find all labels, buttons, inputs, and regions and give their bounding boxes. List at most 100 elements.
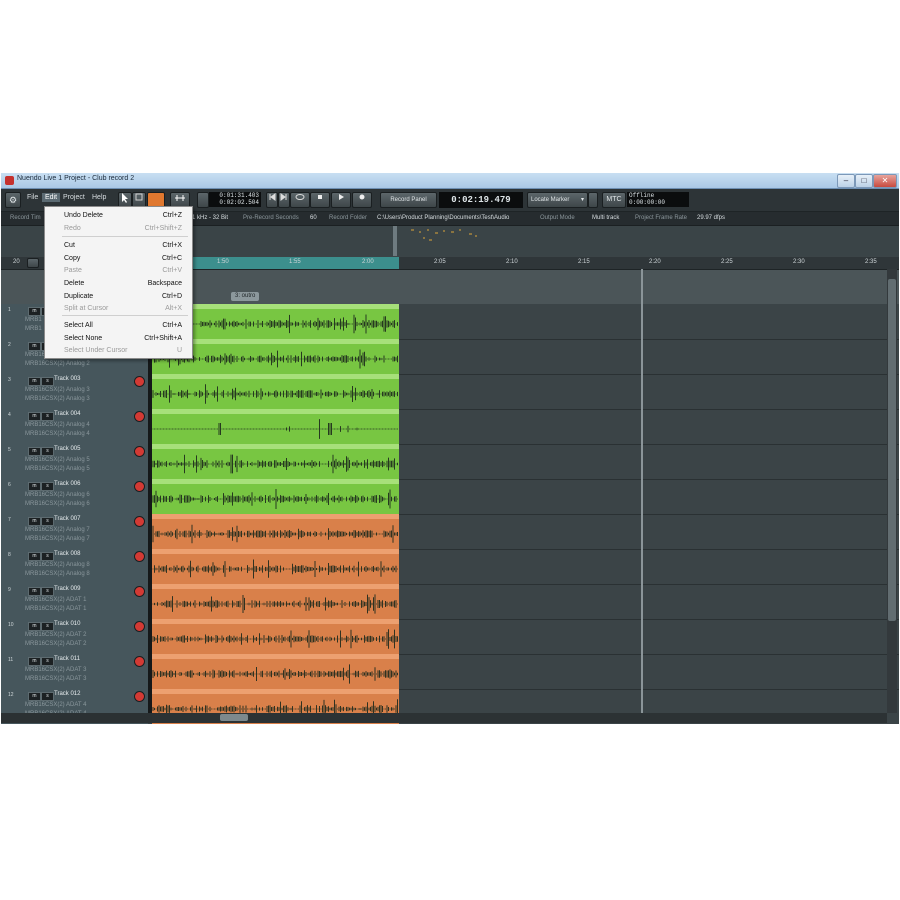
ruler-option-button[interactable]	[27, 258, 39, 268]
menu-project[interactable]: Project	[60, 193, 88, 202]
mute-button[interactable]: m	[28, 307, 41, 316]
marker-outro[interactable]: 3: outro	[231, 292, 260, 301]
track-row[interactable]: 4 m s Track 004 MRB16CSX(2) Analog 4 MRB16CSX…	[1, 409, 899, 445]
track-row[interactable]: 3 m s Track 003 MRB16CSX(2) Analog 3 MRB16CSX…	[1, 374, 899, 410]
track-header[interactable]: 11 m s Track 011 MRB16CSX(2) ADAT 3 MRB16CSX(…	[1, 654, 148, 689]
record-button[interactable]	[352, 192, 372, 208]
menu-item-cut[interactable]: Cut Ctrl+X	[45, 240, 192, 252]
menu-item-duplicate[interactable]: Duplicate Ctrl+D	[45, 291, 192, 303]
record-enable-button[interactable]	[134, 376, 145, 387]
vertical-scroll-thumb[interactable]	[888, 279, 896, 621]
audio-clip[interactable]	[152, 409, 399, 444]
mute-button[interactable]: m	[28, 447, 41, 456]
track-row[interactable]: 8 m s Track 008 MRB16CSX(2) Analog 8 MRB16CSX…	[1, 549, 899, 585]
settings-button[interactable]: ⚙	[5, 192, 21, 208]
solo-button[interactable]: s	[41, 657, 54, 666]
track-row[interactable]: 11 m s Track 011 MRB16CSX(2) ADAT 3 MRB16CSX(…	[1, 654, 899, 690]
horizontal-scrollbar[interactable]	[152, 713, 887, 723]
mute-button[interactable]: m	[28, 412, 41, 421]
record-enable-button[interactable]	[134, 516, 145, 527]
solo-button[interactable]: s	[41, 517, 54, 526]
maximize-button[interactable]: □	[855, 174, 873, 188]
audio-clip[interactable]	[152, 479, 399, 514]
track-name[interactable]: Track 009	[54, 586, 80, 592]
mute-button[interactable]: m	[28, 342, 41, 351]
fader-button[interactable]	[588, 192, 598, 208]
solo-button[interactable]: s	[41, 622, 54, 631]
menu-item-delete[interactable]: Delete Backspace	[45, 278, 192, 290]
track-row[interactable]: 7 m s Track 007 MRB16CSX(2) Analog 7 MRB16CSX…	[1, 514, 899, 550]
menu-item-select-all[interactable]: Select All Ctrl+A	[45, 320, 192, 332]
menu-edit[interactable]: Edit	[42, 193, 61, 202]
vertical-scrollbar[interactable]	[887, 269, 897, 713]
solo-button[interactable]: s	[41, 552, 54, 561]
cycle-button[interactable]	[290, 192, 310, 208]
play-button[interactable]	[331, 192, 351, 208]
track-header[interactable]: 4 m s Track 004 MRB16CSX(2) Analog 4 MRB16CSX…	[1, 409, 148, 444]
solo-button[interactable]: s	[41, 482, 54, 491]
horizontal-scroll-thumb[interactable]	[220, 714, 248, 721]
track-name[interactable]: Track 006	[54, 481, 80, 487]
menu-item-undo-delete[interactable]: Undo Delete Ctrl+Z	[45, 210, 192, 222]
audio-clip[interactable]	[152, 619, 399, 654]
track-header[interactable]: 7 m s Track 007 MRB16CSX(2) Analog 7 MRB16CSX…	[1, 514, 148, 549]
track-name[interactable]: Track 005	[54, 446, 80, 452]
track-name[interactable]: Track 004	[54, 411, 80, 417]
go-to-start-button[interactable]	[266, 192, 278, 208]
stop-button[interactable]	[310, 192, 330, 208]
frame-rate-value[interactable]: 29.97 dfps	[697, 215, 725, 221]
audio-clip[interactable]	[152, 374, 399, 409]
minimize-button[interactable]: –	[837, 174, 855, 188]
menu-file[interactable]: File	[24, 193, 41, 202]
close-button[interactable]: ✕	[873, 174, 897, 188]
track-header[interactable]: 8 m s Track 008 MRB16CSX(2) Analog 8 MRB16CSX…	[1, 549, 148, 584]
track-name[interactable]: Track 008	[54, 551, 80, 557]
track-name[interactable]: Track 003	[54, 376, 80, 382]
audio-clip[interactable]	[152, 514, 399, 549]
solo-button[interactable]: s	[41, 587, 54, 596]
track-header[interactable]: 10 m s Track 010 MRB16CSX(2) ADAT 2 MRB16CSX(…	[1, 619, 148, 654]
track-header[interactable]: 3 m s Track 003 MRB16CSX(2) Analog 3 MRB16CSX…	[1, 374, 148, 409]
mute-button[interactable]: m	[28, 552, 41, 561]
audio-clip[interactable]	[152, 654, 399, 689]
track-divider[interactable]	[148, 304, 152, 713]
record-enable-button[interactable]	[134, 481, 145, 492]
mute-button[interactable]: m	[28, 377, 41, 386]
record-enable-button[interactable]	[134, 656, 145, 667]
mute-button[interactable]: m	[28, 622, 41, 631]
mute-button[interactable]: m	[28, 657, 41, 666]
pre-record-value[interactable]: 60	[310, 215, 317, 221]
track-header[interactable]: 6 m s Track 006 MRB16CSX(2) Analog 6 MRB16CSX…	[1, 479, 148, 514]
solo-button[interactable]: s	[41, 447, 54, 456]
track-row[interactable]: 6 m s Track 006 MRB16CSX(2) Analog 6 MRB16CSX…	[1, 479, 899, 515]
record-enable-button[interactable]	[134, 621, 145, 632]
record-panel-button[interactable]: Record Panel	[380, 192, 437, 208]
locate-marker-dropdown[interactable]: Locate Marker ▾	[527, 192, 588, 208]
track-header[interactable]: 9 m s Track 009 MRB16CSX(2) ADAT 1 MRB16CSX(2…	[1, 584, 148, 619]
track-row[interactable]: 5 m s Track 005 MRB16CSX(2) Analog 5 MRB16CSX…	[1, 444, 899, 480]
track-row[interactable]: 9 m s Track 009 MRB16CSX(2) ADAT 1 MRB16CSX(2…	[1, 584, 899, 620]
record-enable-button[interactable]	[134, 446, 145, 457]
mtc-button[interactable]: MTC	[602, 192, 626, 208]
record-enable-button[interactable]	[134, 411, 145, 422]
mute-button[interactable]: m	[28, 692, 41, 701]
solo-button[interactable]: s	[41, 412, 54, 421]
mute-button[interactable]: m	[28, 482, 41, 491]
track-name[interactable]: Track 010	[54, 621, 80, 627]
menu-item-select-none[interactable]: Select None Ctrl+Shift+A	[45, 333, 192, 345]
mute-button[interactable]: m	[28, 517, 41, 526]
audio-clip[interactable]	[152, 584, 399, 619]
track-header[interactable]: 5 m s Track 005 MRB16CSX(2) Analog 5 MRB16CSX…	[1, 444, 148, 479]
track-name[interactable]: Track 012	[54, 691, 80, 697]
audio-clip[interactable]	[152, 549, 399, 584]
playhead-cursor[interactable]	[641, 269, 643, 713]
record-enable-button[interactable]	[134, 551, 145, 562]
mute-button[interactable]: m	[28, 587, 41, 596]
time-format-button[interactable]	[197, 192, 209, 208]
menu-help[interactable]: Help	[89, 193, 109, 202]
output-mode-value[interactable]: Multi track	[592, 215, 619, 221]
audio-clip[interactable]	[152, 444, 399, 479]
go-to-end-button[interactable]	[278, 192, 290, 208]
menu-item-copy[interactable]: Copy Ctrl+C	[45, 253, 192, 265]
track-row[interactable]: 10 m s Track 010 MRB16CSX(2) ADAT 2 MRB16CSX(…	[1, 619, 899, 655]
